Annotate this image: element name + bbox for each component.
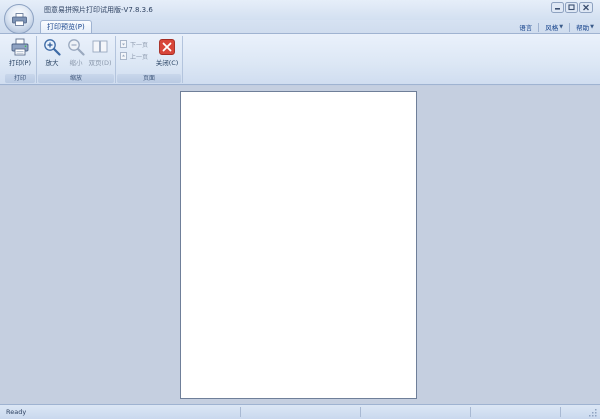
maximize-button[interactable] (565, 2, 578, 13)
two-pages-label: 双页(D) (88, 59, 112, 67)
menu-language[interactable]: 语言 (519, 22, 532, 32)
close-preview-label: 关闭(C) (155, 59, 179, 67)
group-print-label: 打印 (5, 74, 35, 83)
status-bar: Ready (0, 404, 600, 419)
chevron-down-icon: ▼ (559, 24, 564, 30)
app-window: 图意易拼照片打印试用版-V7.8.3.6 打印预览(P) 语言 风格 ▼ 帮助 … (0, 0, 600, 419)
next-page-icon (120, 40, 127, 48)
menu-style-label: 风格 (545, 24, 559, 32)
two-pages-icon (92, 40, 108, 53)
status-text: Ready (6, 408, 27, 416)
zoom-in-icon (44, 39, 61, 56)
close-preview-button[interactable]: 关闭(C) (154, 37, 180, 70)
zoom-in-button[interactable]: 放大 (39, 37, 65, 70)
close-icon (579, 2, 593, 13)
zoom-in-label: 放大 (45, 59, 59, 67)
next-page-label: 下一页 (130, 41, 149, 49)
app-menu-button[interactable] (4, 4, 34, 34)
group-page: 下一页 上一页 关闭(C) 页面 (116, 36, 183, 83)
resize-grip-icon[interactable] (588, 408, 597, 417)
ribbon-panel: 打印(P) 打印 放大 缩小 双页(D) 缩放 下一页 上一页 关闭(C) 页面 (0, 33, 600, 85)
printer-icon (12, 13, 27, 26)
maximize-icon (565, 2, 578, 13)
menu-help[interactable]: 帮助 ▼ (576, 22, 594, 32)
prev-page-button[interactable]: 上一页 (120, 51, 148, 61)
tab-print-preview[interactable]: 打印预览(P) (40, 20, 92, 34)
close-window-button[interactable] (579, 2, 593, 13)
zoom-out-button[interactable]: 缩小 (63, 37, 89, 70)
status-divider (560, 407, 561, 417)
menu-language-label: 语言 (519, 24, 533, 32)
printer-icon (11, 38, 29, 56)
minimize-button[interactable] (551, 2, 564, 13)
preview-page (180, 91, 417, 399)
prev-page-icon (120, 52, 127, 60)
status-divider (240, 407, 241, 417)
status-divider (470, 407, 471, 417)
status-divider (360, 407, 361, 417)
next-page-button[interactable]: 下一页 (120, 39, 148, 49)
print-button[interactable]: 打印(P) (7, 37, 33, 70)
minimize-icon (551, 2, 564, 13)
window-title: 图意易拼照片打印试用版-V7.8.3.6 (44, 6, 153, 14)
close-icon (159, 39, 175, 55)
chevron-down-icon: ▼ (590, 24, 594, 30)
right-menu: 语言 风格 ▼ 帮助 ▼ (513, 21, 594, 33)
menu-help-label: 帮助 (576, 24, 590, 32)
preview-workspace (0, 86, 600, 404)
two-pages-button[interactable]: 双页(D) (87, 37, 113, 70)
title-bar: 图意易拼照片打印试用版-V7.8.3.6 (0, 0, 600, 20)
ribbon-tab-row: 打印预览(P) 语言 风格 ▼ 帮助 ▼ (0, 20, 600, 34)
zoom-out-label: 缩小 (69, 59, 83, 67)
prev-page-label: 上一页 (130, 53, 149, 61)
menu-divider (569, 22, 571, 32)
print-button-label: 打印(P) (9, 59, 31, 67)
menu-style[interactable]: 风格 ▼ (545, 22, 563, 32)
group-zoom: 放大 缩小 双页(D) 缩放 (37, 36, 116, 83)
group-print: 打印(P) 打印 (4, 36, 37, 83)
group-zoom-label: 缩放 (38, 74, 114, 83)
group-page-label: 页面 (117, 74, 181, 83)
menu-divider (538, 22, 540, 32)
zoom-out-icon (68, 39, 85, 56)
